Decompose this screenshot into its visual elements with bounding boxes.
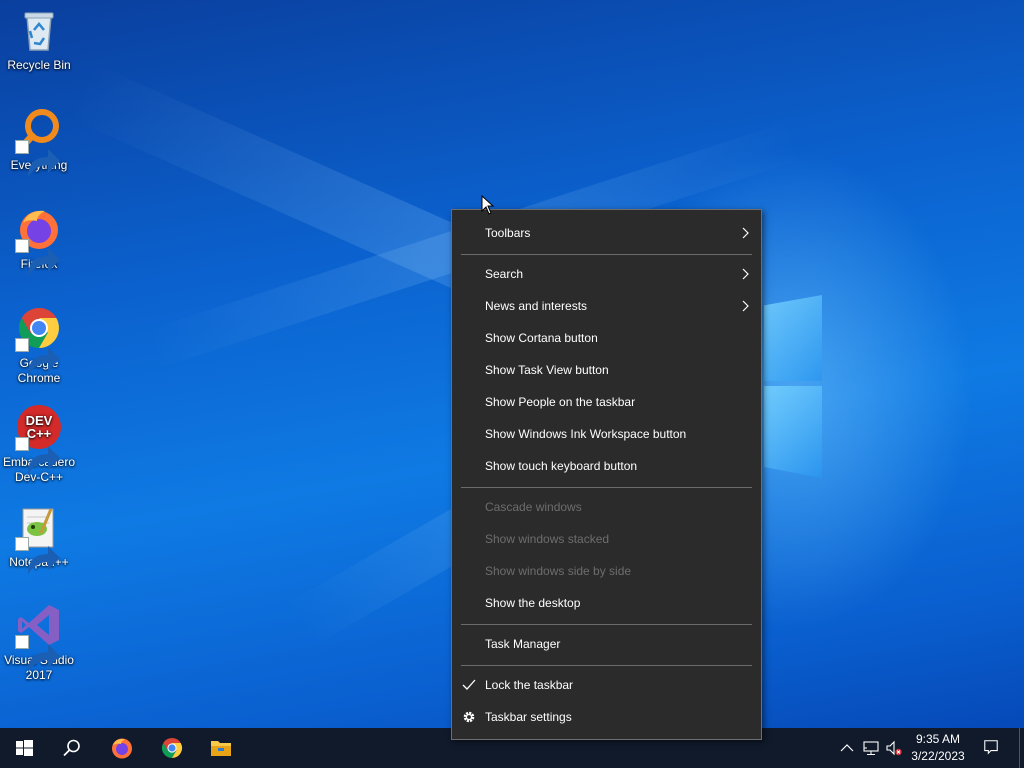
taskbar-file-explorer-button[interactable] (197, 728, 245, 768)
menu-item-news-and-interests[interactable]: News and interests (452, 290, 761, 322)
network-icon (863, 741, 879, 755)
gear-icon (463, 711, 475, 723)
notification-icon (984, 740, 998, 755)
show-desktop-button[interactable] (1019, 728, 1024, 768)
taskbar-chrome-button[interactable] (148, 728, 196, 768)
recycle-bin-icon (15, 6, 63, 54)
desktop-icon-visual-studio[interactable]: Visual Studio 2017 (2, 601, 76, 683)
shortcut-arrow-icon (15, 635, 60, 672)
taskbar-context-menu: Toolbars Search News and interests Show … (451, 209, 762, 740)
chevron-up-icon (840, 744, 854, 752)
menu-item-show-touch-keyboard[interactable]: Show touch keyboard button (452, 450, 761, 482)
menu-item-label: Show touch keyboard button (485, 459, 638, 473)
firefox-icon (112, 738, 132, 759)
desktop-icon-notepadpp[interactable]: Notepad++ (2, 503, 76, 574)
action-center-button[interactable] (983, 739, 1001, 757)
menu-item-label: Search (485, 267, 524, 281)
menu-separator (461, 254, 752, 255)
volume-muted-icon (886, 740, 902, 756)
chevron-right-icon (742, 268, 749, 280)
desktop-icon-everything[interactable]: Everything (2, 106, 76, 177)
start-button[interactable] (0, 728, 48, 768)
mouse-cursor-icon (481, 195, 495, 215)
taskbar-firefox-button[interactable] (98, 728, 146, 768)
file-explorer-icon (211, 741, 231, 756)
menu-item-label: Show People on the taskbar (485, 395, 636, 409)
clock-date: 3/22/2023 (911, 749, 965, 763)
menu-item-cascade-windows: Cascade windows (452, 491, 761, 523)
menu-item-show-people[interactable]: Show People on the taskbar (452, 386, 761, 418)
menu-separator (461, 665, 752, 666)
clock-time: 9:35 AM (915, 732, 961, 746)
show-hidden-icons-button[interactable] (839, 740, 855, 756)
shortcut-arrow-icon (15, 338, 60, 375)
menu-separator (461, 487, 752, 488)
checkmark-icon (462, 679, 476, 690)
search-icon (63, 739, 80, 757)
menu-item-label: Toolbars (485, 226, 531, 240)
desktop-icon-firefox[interactable]: Firefox (2, 205, 76, 276)
menu-item-label: Show Windows Ink Workspace button (485, 427, 687, 441)
chevron-right-icon (742, 300, 749, 312)
visual-studio-icon (15, 601, 63, 672)
menu-item-show-cortana-button[interactable]: Show Cortana button (452, 322, 761, 354)
menu-item-label: Cascade windows (485, 500, 582, 514)
shortcut-arrow-icon (15, 140, 60, 177)
menu-item-show-windows-ink-workspace[interactable]: Show Windows Ink Workspace button (452, 418, 761, 450)
desktop-icon-google-chrome[interactable]: Google Chrome (2, 304, 76, 386)
notepadpp-icon (15, 503, 63, 574)
menu-item-search[interactable]: Search (452, 258, 761, 290)
menu-item-task-manager[interactable]: Task Manager (452, 628, 761, 660)
devcpp-icon: DEV C++ (15, 403, 63, 474)
volume-button[interactable] (886, 740, 902, 756)
taskbar-clock[interactable]: 9:35 AM 3/22/2023 (906, 731, 970, 765)
menu-item-label: Show Task View button (485, 363, 609, 377)
menu-item-label: Task Manager (485, 637, 561, 651)
firefox-icon (15, 205, 63, 276)
menu-item-label: News and interests (485, 299, 588, 313)
menu-item-show-windows-stacked: Show windows stacked (452, 523, 761, 555)
menu-item-label: Show windows stacked (485, 532, 610, 546)
shortcut-arrow-icon (15, 437, 60, 474)
network-status-button[interactable] (863, 740, 879, 756)
menu-item-show-windows-side-by-side: Show windows side by side (452, 555, 761, 587)
menu-item-label: Show the desktop (485, 596, 581, 610)
desktop-icon-recycle-bin[interactable]: Recycle Bin (2, 6, 76, 73)
menu-item-label: Taskbar settings (485, 710, 572, 724)
start-icon (16, 740, 33, 756)
desktop-icon-embarcadero-devcpp[interactable]: DEVC++ Embarcadero Dev-C++ (2, 403, 76, 485)
everything-search-icon (15, 106, 63, 177)
devcpp-glyph-text: DEV C++ (26, 413, 53, 441)
desktop-icon-label: Recycle Bin (7, 58, 71, 72)
menu-separator (461, 624, 752, 625)
shortcut-arrow-icon (15, 239, 60, 276)
menu-item-lock-the-taskbar[interactable]: Lock the taskbar (452, 669, 761, 701)
menu-item-toolbars[interactable]: Toolbars (452, 217, 761, 249)
taskbar-search-button[interactable] (48, 728, 96, 768)
menu-item-show-task-view-button[interactable]: Show Task View button (452, 354, 761, 386)
menu-item-show-the-desktop[interactable]: Show the desktop (452, 587, 761, 619)
menu-item-label: Lock the taskbar (485, 678, 574, 692)
menu-item-taskbar-settings[interactable]: Taskbar settings (452, 701, 761, 733)
chrome-icon (15, 304, 63, 375)
chevron-right-icon (742, 227, 749, 239)
menu-item-label: Show windows side by side (485, 564, 632, 578)
menu-item-label: Show Cortana button (485, 331, 598, 345)
shortcut-arrow-icon (15, 537, 60, 574)
chrome-icon (161, 737, 183, 759)
